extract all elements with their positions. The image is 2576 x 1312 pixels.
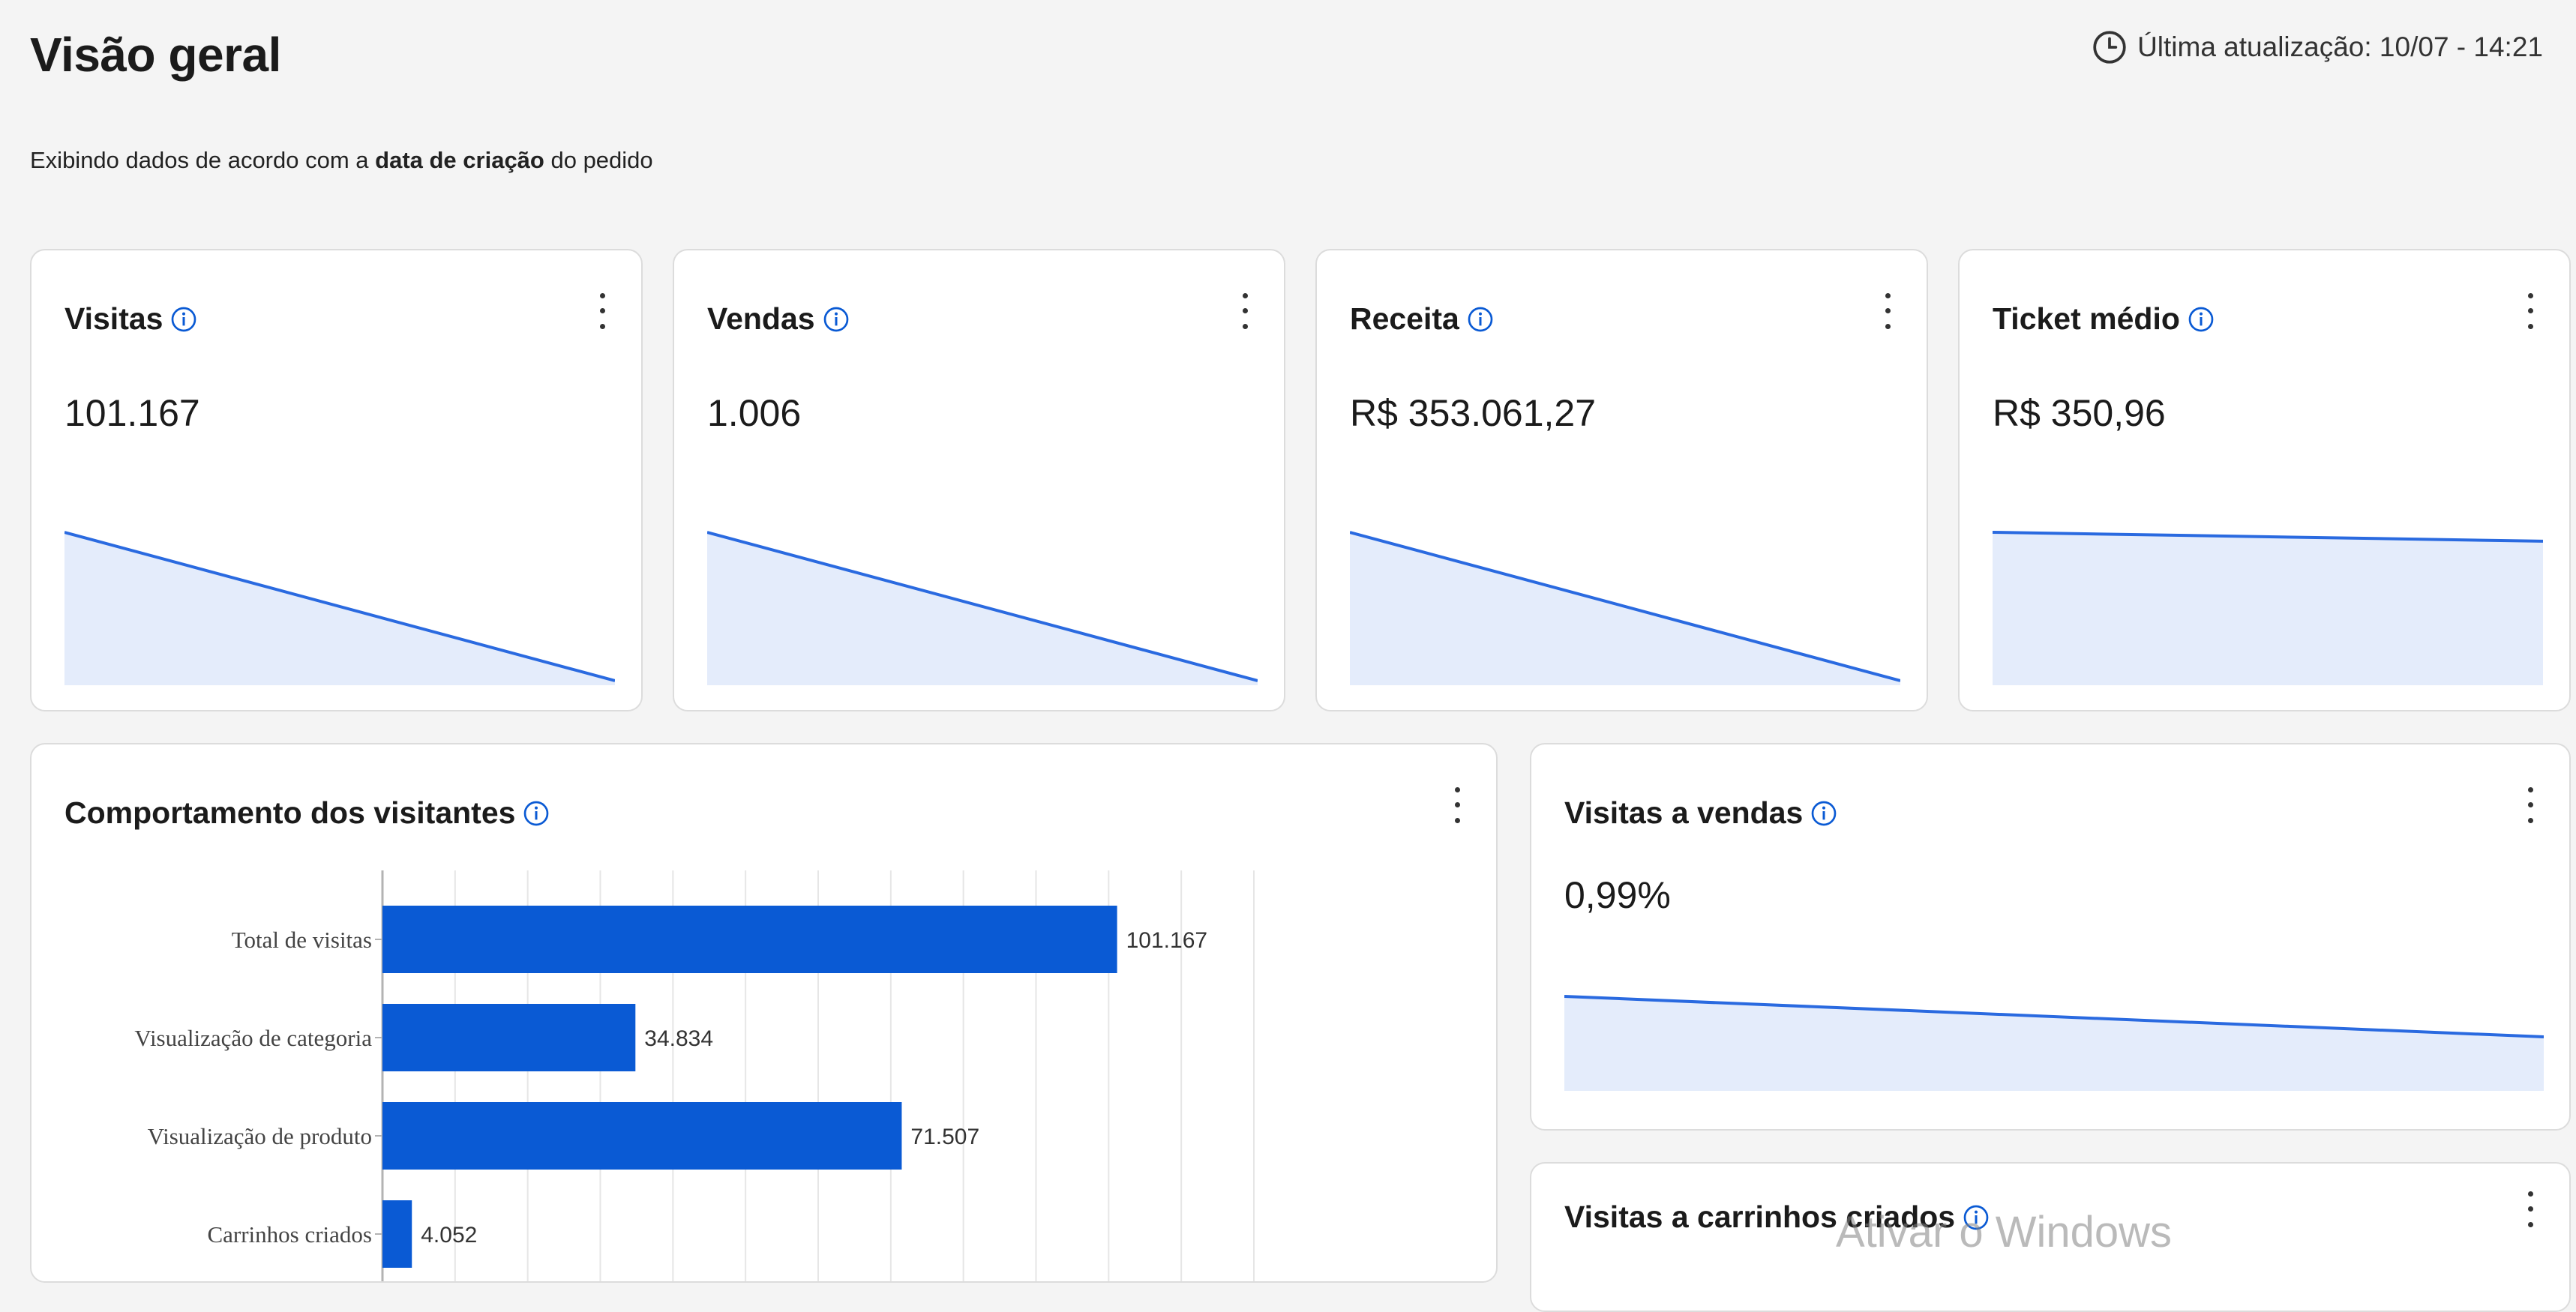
info-icon[interactable] bbox=[821, 304, 851, 334]
visitor-behavior-chart: Total de visitas 101.167 Visualização de c… bbox=[134, 870, 1255, 1281]
metric-value: 101.167 bbox=[64, 392, 200, 434]
bar bbox=[382, 906, 1117, 973]
info-icon[interactable] bbox=[1809, 798, 1839, 828]
trend-sparkline bbox=[1350, 531, 1900, 685]
bar bbox=[382, 1004, 636, 1071]
metric-card-vendas: Vendas 1.006 bbox=[673, 249, 1285, 711]
sparkline-area bbox=[1993, 532, 2543, 685]
trend-sparkline bbox=[707, 531, 1258, 685]
card-title-text: Vendas bbox=[707, 301, 815, 336]
card-title: Visitas a vendas bbox=[1564, 795, 1839, 831]
info-icon[interactable] bbox=[2186, 304, 2216, 334]
clock-icon bbox=[2093, 31, 2126, 64]
more-options-icon[interactable] bbox=[2521, 288, 2539, 334]
bar-value-label: 34.834 bbox=[644, 1026, 713, 1051]
subtitle-suffix: do pedido bbox=[544, 147, 653, 173]
page-title: Visão geral bbox=[30, 28, 281, 82]
card-title: Visitas bbox=[64, 301, 199, 337]
more-options-icon[interactable] bbox=[593, 288, 611, 334]
card-title: Ticket médio bbox=[1993, 301, 2216, 337]
bar bbox=[382, 1200, 412, 1268]
card-title-text: Visitas bbox=[64, 301, 163, 336]
bar-value-label: 101.167 bbox=[1126, 928, 1207, 953]
trend-sparkline bbox=[64, 531, 615, 685]
metric-value: 0,99% bbox=[1564, 874, 1671, 916]
card-title: Vendas bbox=[707, 301, 851, 337]
metric-card-receita: Receita R$ 353.061,27 bbox=[1315, 249, 1928, 711]
card-title-text: Receita bbox=[1350, 301, 1459, 336]
metric-card-visitas: Visitas 101.167 bbox=[30, 249, 643, 711]
card-title-text: Visitas a vendas bbox=[1564, 795, 1804, 830]
category-label: Total de visitas bbox=[232, 927, 372, 953]
category-label: Carrinhos criados bbox=[207, 1221, 372, 1248]
subtitle-bold: data de criação bbox=[375, 147, 544, 173]
more-options-icon[interactable] bbox=[2521, 1186, 2539, 1233]
bar-value-label: 71.507 bbox=[910, 1125, 979, 1149]
metric-value: 1.006 bbox=[707, 392, 802, 434]
metric-value: R$ 350,96 bbox=[1993, 392, 2166, 434]
trend-sparkline bbox=[1564, 995, 2544, 1091]
bar bbox=[382, 1102, 902, 1170]
trend-sparkline bbox=[1993, 531, 2543, 685]
metric-card-ticket-medio: Ticket médio R$ 350,96 bbox=[1958, 249, 2571, 711]
card-title-text: Ticket médio bbox=[1993, 301, 2180, 336]
more-options-icon[interactable] bbox=[2521, 782, 2539, 828]
metric-value: R$ 353.061,27 bbox=[1350, 392, 1597, 434]
category-label: Visualização de produto bbox=[148, 1123, 372, 1149]
info-icon[interactable] bbox=[169, 304, 199, 334]
subtitle-prefix: Exibindo dados de acordo com a bbox=[30, 147, 376, 173]
windows-activation-watermark: Ativar o Windows bbox=[1836, 1208, 2173, 1257]
card-title: Receita bbox=[1350, 301, 1495, 337]
bar-value-label: 4.052 bbox=[421, 1223, 477, 1248]
sparkline-area bbox=[1564, 996, 2544, 1091]
info-icon[interactable] bbox=[1465, 304, 1495, 334]
category-label: Visualização de categoria bbox=[134, 1025, 372, 1051]
more-options-icon[interactable] bbox=[1879, 288, 1897, 334]
behavior-card: Comportamento dos visitantes Total de vi… bbox=[30, 743, 1498, 1283]
more-options-icon[interactable] bbox=[1236, 288, 1254, 334]
last-update: Última atualização: 10/07 - 14:21 bbox=[2091, 28, 2543, 66]
page-subtitle: Exibindo dados de acordo com a data de c… bbox=[30, 147, 653, 174]
conversion-card: Visitas a vendas 0,99% bbox=[1530, 743, 2571, 1131]
last-update-text: Última atualização: 10/07 - 14:21 bbox=[2137, 31, 2543, 62]
